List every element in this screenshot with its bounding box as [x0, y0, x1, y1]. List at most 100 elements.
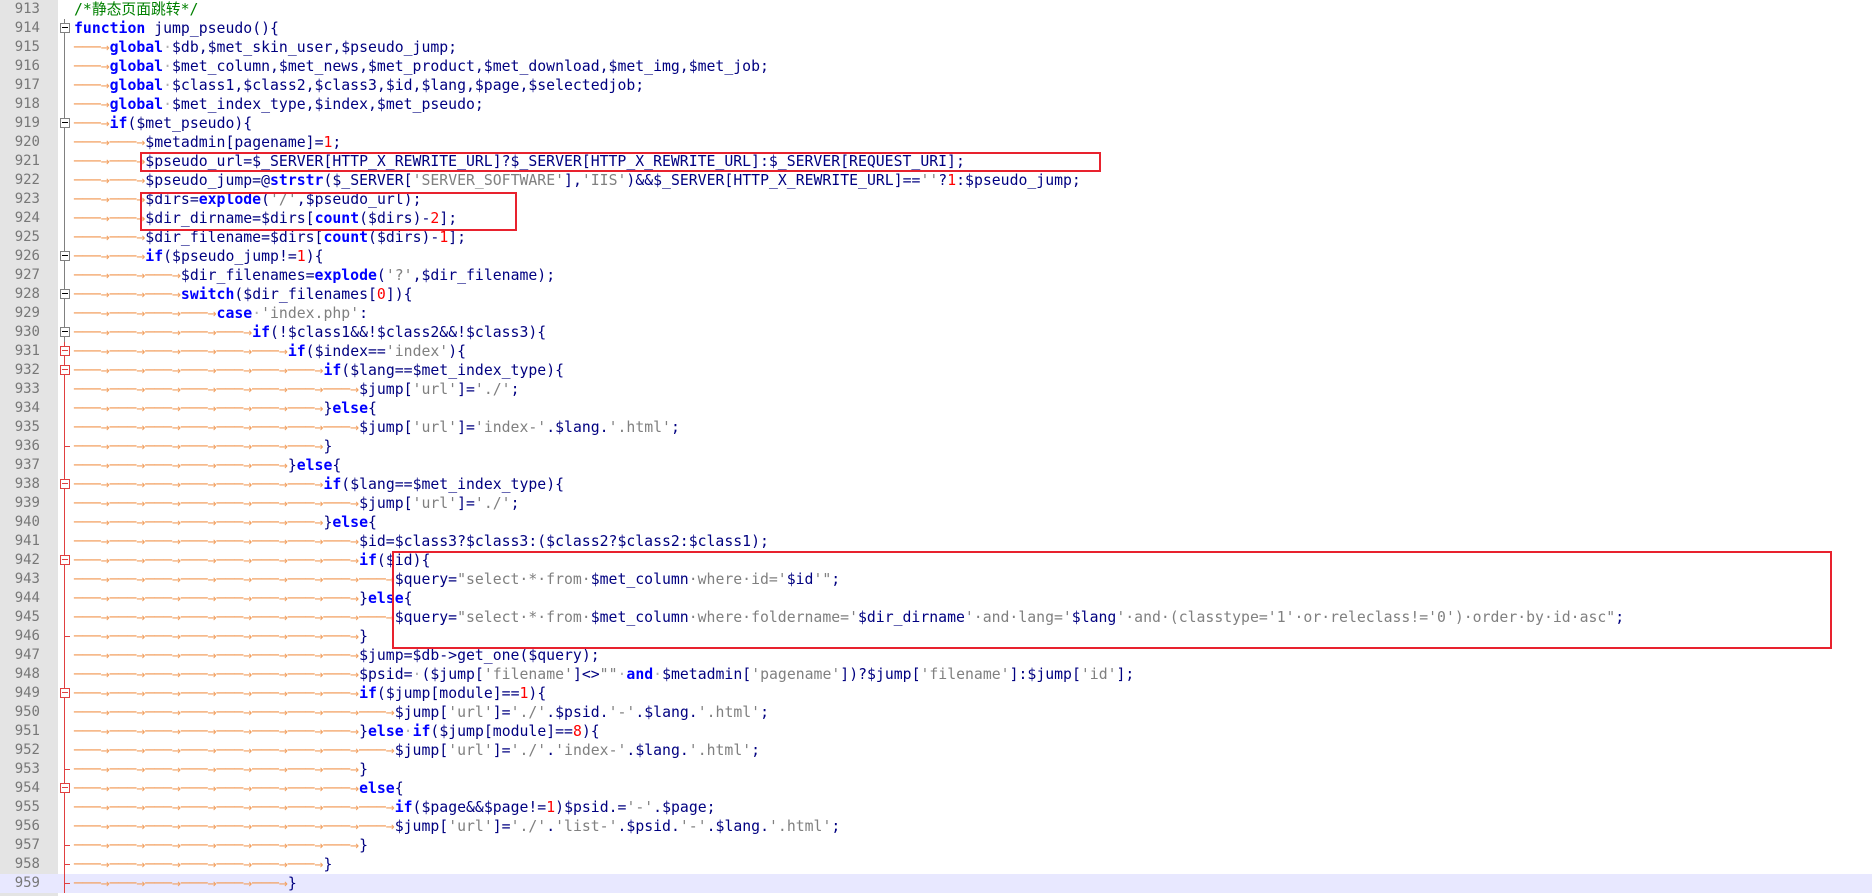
code-line[interactable]: 950 ───→───→───→───→───→───→───→───→───→$…	[0, 703, 1872, 722]
code-token: ])?	[840, 666, 868, 683]
code-line[interactable]: 922 ───→───→$pseudo_jump=@strstr($_SERVER…	[0, 171, 1872, 190]
code-token: ]=	[457, 495, 475, 512]
code-text: ───→───→───→───→───→───→if($index=='inde…	[74, 342, 466, 361]
code-line[interactable]: 926 ───→───→if($pseudo_jump!=1){	[0, 247, 1872, 266]
code-text: ───→───→if($pseudo_jump!=1){	[74, 247, 324, 266]
code-token: ==	[368, 343, 386, 360]
fold-toggle-icon[interactable]	[60, 688, 70, 698]
code-line[interactable]: 930 ───→───→───→───→───→if(!$class1&&!$cl…	[0, 323, 1872, 342]
code-token: ){	[448, 343, 467, 360]
fold-guide	[64, 703, 65, 722]
fold-toggle-icon[interactable]	[60, 555, 70, 565]
code-line[interactable]: 953 ───→───→───→───→───→───→───→───→}	[0, 760, 1872, 779]
code-text: ───→───→───→───→───→───→───→───→}	[74, 627, 368, 646]
code-line[interactable]: 954 ───→───→───→───→───→───→───→───→else{	[0, 779, 1872, 798]
code-line[interactable]: 948 ───→───→───→───→───→───→───→───→$psid…	[0, 665, 1872, 684]
tab-indent-marker: ───→───→───→───→───→───→───→───→───→	[74, 704, 395, 721]
fold-toggle-icon[interactable]	[60, 251, 70, 261]
code-line[interactable]: 937 ───→───→───→───→───→───→}else{	[0, 456, 1872, 475]
code-text: ───→───→───→───→───→───→───→}else{	[74, 513, 377, 532]
code-line[interactable]: 935 ───→───→───→───→───→───→───→───→$jump…	[0, 418, 1872, 437]
code-token: ];	[448, 229, 467, 246]
fold-toggle-icon[interactable]	[60, 365, 70, 375]
code-line[interactable]: 914 function jump_pseudo(){	[0, 19, 1872, 38]
tab-indent-marker: ───→───→───→───→───→───→	[74, 457, 288, 474]
code-text: ───→global·$met_column,$met_news,$met_pr…	[74, 57, 769, 76]
code-token: (	[163, 248, 173, 265]
code-line[interactable]: 949 ───→───→───→───→───→───→───→───→if($j…	[0, 684, 1872, 703]
line-number: 935	[14, 419, 40, 435]
code-line[interactable]: 957 ───→───→───→───→───→───→───→───→}	[0, 836, 1872, 855]
code-line[interactable]: 919 ───→if($met_pseudo){	[0, 114, 1872, 133]
code-token: .	[679, 742, 689, 759]
line-number: 942	[14, 552, 40, 568]
code-line[interactable]: 958 ───→───→───→───→───→───→───→}	[0, 855, 1872, 874]
code-text: ───→if($met_pseudo){	[74, 114, 252, 133]
code-line[interactable]: 933 ───→───→───→───→───→───→───→───→$jump…	[0, 380, 1872, 399]
tab-indent-marker: ───→───→───→───→───→───→	[74, 343, 288, 360]
code-line[interactable]: 931 ───→───→───→───→───→───→if($index=='i…	[0, 342, 1872, 361]
fold-toggle-icon[interactable]	[60, 346, 70, 356]
tab-indent-marker: ───→	[74, 39, 110, 56]
code-token: [	[1071, 666, 1081, 683]
code-token: }	[323, 438, 333, 455]
code-line[interactable]: 915 ───→global·$db,$met_skin_user,$pseudo…	[0, 38, 1872, 57]
code-token: &&!	[350, 324, 377, 341]
line-number: 944	[14, 590, 40, 606]
line-number: 931	[14, 343, 40, 359]
code-token: }	[359, 723, 368, 740]
fold-toggle-icon[interactable]	[60, 479, 70, 489]
code-text: ───→───→───→───→───→if(!$class1&&!$class…	[74, 323, 546, 342]
line-number: 930	[14, 324, 40, 340]
line-number: 927	[14, 267, 40, 283]
code-text: ───→───→───→$dir_filenames=explode('?',$…	[74, 266, 555, 285]
fold-toggle-icon[interactable]	[60, 23, 70, 33]
code-token: (	[341, 362, 351, 379]
code-line[interactable]: 932 ───→───→───→───→───→───→───→if($lang=…	[0, 361, 1872, 380]
code-line[interactable]: 938 ───→───→───→───→───→───→───→if($lang=…	[0, 475, 1872, 494]
code-token: $lang	[644, 704, 689, 721]
code-line[interactable]: 936 ───→───→───→───→───→───→───→}	[0, 437, 1872, 456]
fold-toggle-icon[interactable]	[60, 289, 70, 299]
code-line[interactable]: 916 ───→global·$met_column,$met_news,$met…	[0, 57, 1872, 76]
code-line[interactable]: 928 ───→───→───→switch($dir_filenames[0])…	[0, 285, 1872, 304]
code-line[interactable]: 956 ───→───→───→───→───→───→───→───→───→$…	[0, 817, 1872, 836]
code-line[interactable]: 951 ───→───→───→───→───→───→───→───→}else…	[0, 722, 1872, 741]
line-number: 915	[14, 39, 40, 55]
code-line[interactable]: 913 /*静态页面跳转*/	[0, 0, 1872, 19]
fold-guide	[64, 570, 65, 589]
code-line[interactable]: 917 ───→global·$class1,$class2,$class3,$i…	[0, 76, 1872, 95]
code-token: );	[751, 533, 769, 550]
code-text: ───→───→───→───→───→───→───→───→$jump['u…	[74, 418, 680, 437]
code-line[interactable]: 918 ───→global·$met_index_type,$index,$me…	[0, 95, 1872, 114]
code-token: {	[368, 514, 377, 531]
code-line[interactable]: 952 ───→───→───→───→───→───→───→───→───→$…	[0, 741, 1872, 760]
fold-guide	[64, 209, 65, 228]
code-token: ""	[599, 666, 618, 683]
code-token: $met_pseudo	[136, 115, 235, 132]
code-token: jump_pseudo	[154, 20, 253, 37]
fold-toggle-icon[interactable]	[60, 118, 70, 128]
code-text: ───→───→───→───→───→───→───→───→else{	[74, 779, 404, 798]
fold-toggle-icon[interactable]	[60, 783, 70, 793]
code-line[interactable]: 955 ───→───→───→───→───→───→───→───→───→i…	[0, 798, 1872, 817]
line-number: 955	[14, 799, 40, 815]
code-token: $jump	[359, 419, 404, 436]
code-line[interactable]: 941 ───→───→───→───→───→───→───→───→$id=$…	[0, 532, 1872, 551]
fold-toggle-icon[interactable]	[60, 327, 70, 337]
code-line[interactable]: 920 ───→───→$metadmin[pagename]=1;	[0, 133, 1872, 152]
code-line[interactable]: 959 ───→───→───→───→───→───→}	[0, 874, 1872, 893]
code-line[interactable]: 929 ───→───→───→───→case·'index.php':	[0, 304, 1872, 323]
fold-guide	[64, 494, 65, 513]
code-line[interactable]: 927 ───→───→───→$dir_filenames=explode('?…	[0, 266, 1872, 285]
code-token: global	[109, 39, 164, 56]
code-token: .	[635, 704, 645, 721]
tab-indent-marker: ───→───→───→───→───→───→───→───→───→	[74, 571, 395, 588]
code-line[interactable]: 940 ───→───→───→───→───→───→───→}else{	[0, 513, 1872, 532]
line-number: 940	[14, 514, 40, 530]
code-line[interactable]: 939 ───→───→───→───→───→───→───→───→$jump…	[0, 494, 1872, 513]
code-text: ───→───→───→───→───→───→───→if($lang==$m…	[74, 361, 564, 380]
tab-indent-marker: ───→	[74, 58, 110, 75]
code-line[interactable]: 934 ───→───→───→───→───→───→───→}else{	[0, 399, 1872, 418]
code-token: 'url'	[412, 495, 458, 512]
